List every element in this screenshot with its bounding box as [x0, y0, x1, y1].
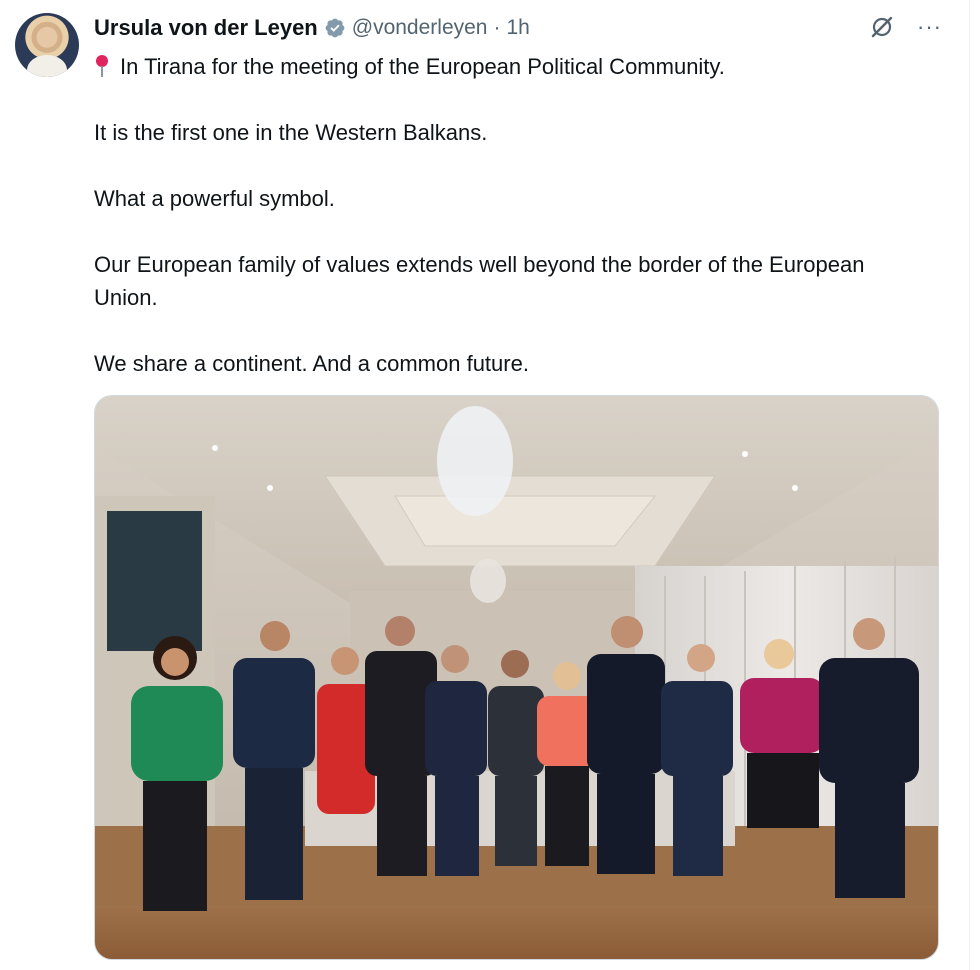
tweet-line-2: It is the first one in the Western Balka… — [94, 120, 488, 145]
round-pushpin-icon — [96, 55, 108, 77]
tweet-photo[interactable] — [94, 395, 939, 960]
tweet-line-text: In Tirana for the meeting of the Europea… — [120, 54, 725, 79]
tweet-line-5: We share a continent. And a common futur… — [94, 351, 529, 376]
grok-icon[interactable] — [869, 14, 895, 40]
verified-badge-icon[interactable] — [324, 17, 346, 39]
tweet-line-3: What a powerful symbol. — [94, 186, 335, 211]
timeline-border — [969, 0, 970, 970]
separator-dot: · — [493, 16, 501, 39]
tweet-body: In Tirana for the meeting of the Europea… — [94, 50, 914, 380]
tweet-actions-top: ··· — [869, 14, 942, 40]
tweet-line-4: Our European family of values extends we… — [94, 252, 865, 310]
more-options-icon[interactable]: ··· — [917, 14, 942, 40]
avatar[interactable] — [15, 13, 79, 77]
group-photo — [95, 396, 938, 959]
handle[interactable]: @vonderleyen — [352, 16, 488, 40]
timestamp[interactable]: 1h — [506, 16, 529, 40]
tweet-line-1: In Tirana for the meeting of the Europea… — [94, 50, 914, 83]
display-name[interactable]: Ursula von der Leyen — [94, 15, 318, 41]
tweet-header: Ursula von der Leyen @vonderleyen · 1h — [94, 14, 530, 42]
